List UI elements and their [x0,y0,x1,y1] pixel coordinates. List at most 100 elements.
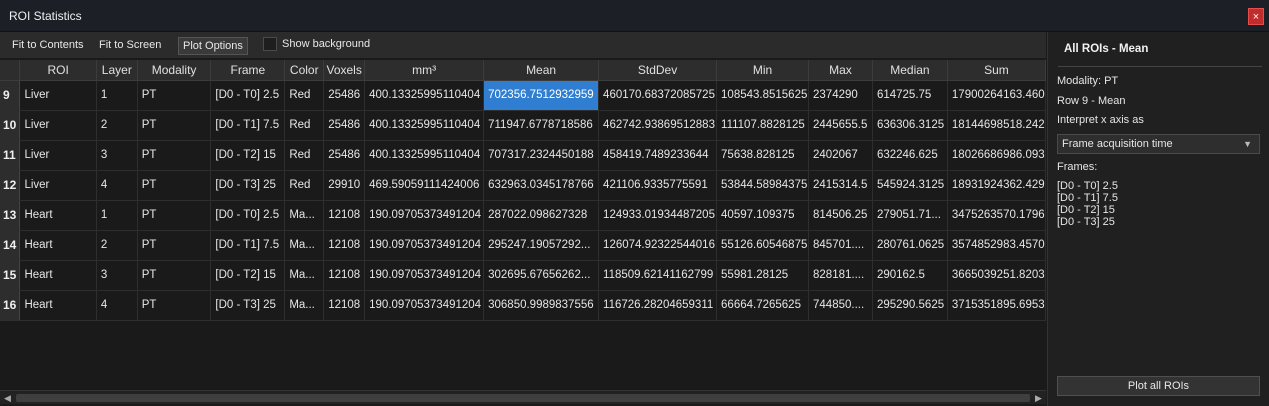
row-number[interactable]: 9 [0,80,21,111]
table-cell[interactable]: PT [137,170,212,201]
table-cell[interactable]: 116726.28204659311 [598,290,718,321]
table-cell[interactable]: Liver [19,110,97,141]
row-number[interactable]: 12 [0,170,21,201]
column-header[interactable]: ROI [19,60,97,81]
table-cell[interactable]: 3715351895.6953 [947,290,1046,321]
table-cell[interactable]: Liver [19,80,97,111]
table-cell[interactable]: 421106.9335775591 [598,170,718,201]
table-cell[interactable]: 40597.109375 [716,200,810,231]
table-cell[interactable]: 55981.28125 [716,260,810,291]
table-cell[interactable]: Ma... [284,200,325,231]
table-cell[interactable]: 814506.25 [808,200,873,231]
fit-to-screen-button[interactable]: Fit to Screen [95,37,165,55]
table-cell[interactable]: 111107.8828125 [716,110,810,141]
table-cell[interactable]: 845701.... [808,230,873,261]
table-cell[interactable]: 3 [96,140,138,171]
table-cell[interactable]: 400.13325995110404 [364,140,485,171]
table-cell[interactable]: [D0 - T3] 25 [210,170,286,201]
table-cell[interactable]: Red [284,140,325,171]
close-icon[interactable]: × [1248,8,1264,25]
plot-options-button[interactable]: Plot Options [178,37,248,55]
row-number[interactable]: 15 [0,260,21,291]
table-cell[interactable]: 469.59059111424006 [364,170,485,201]
table-row[interactable]: 10 Liver 2 PT [D0 - T1] 7.5 Red 25486 400.13325… [0,110,1046,141]
table-cell[interactable]: 306850.9989837556 [483,290,600,321]
table-cell[interactable]: 280761.0625 [872,230,948,261]
row-number[interactable]: 11 [0,140,21,171]
table-cell[interactable]: 632246.625 [872,140,948,171]
table-cell[interactable]: 545924.3125 [872,170,948,201]
table-row[interactable]: 15 Heart 3 PT [D0 - T2] 15 Ma... 12108 190.0970… [0,260,1046,291]
arrow-left-icon[interactable]: ◀ [4,393,11,404]
table-cell[interactable]: 1 [96,80,138,111]
table-cell[interactable]: 4 [96,290,138,321]
table-cell[interactable]: 118509.62141162799 [598,260,718,291]
table-cell[interactable]: 190.09705373491204 [364,260,485,291]
table-cell[interactable]: PT [137,260,212,291]
table-cell[interactable]: 2415314.5 [808,170,873,201]
x-axis-select[interactable]: Frame acquisition time ▼ [1057,134,1260,154]
row-number[interactable]: 14 [0,230,21,261]
horizontal-scrollbar[interactable]: ◀ ▶ [0,390,1046,404]
table-cell[interactable]: Heart [19,200,97,231]
table-row[interactable]: 9 Liver 1 PT [D0 - T0] 2.5 Red 25486 400.133259… [0,80,1046,111]
table-cell[interactable]: [D0 - T2] 15 [210,140,286,171]
table-cell[interactable]: 12108 [323,200,366,231]
table-cell[interactable]: 55126.60546875 [716,230,810,261]
column-header[interactable]: StdDev [598,60,718,81]
column-header[interactable]: Max [808,60,873,81]
table-row[interactable]: 13 Heart 1 PT [D0 - T0] 2.5 Ma... 12108 190.097… [0,200,1046,231]
table-cell[interactable]: Red [284,170,325,201]
column-header[interactable]: Frame [210,60,286,81]
table-cell[interactable]: 12108 [323,230,366,261]
table-cell[interactable]: [D0 - T2] 15 [210,260,286,291]
table-cell[interactable]: 632963.0345178766 [483,170,600,201]
table-cell[interactable]: 190.09705373491204 [364,230,485,261]
table-cell[interactable]: PT [137,110,212,141]
table-cell[interactable]: 400.13325995110404 [364,110,485,141]
table-cell[interactable]: 711947.6778718586 [483,110,600,141]
table-cell[interactable]: 614725.75 [872,80,948,111]
table-cell[interactable]: Ma... [284,290,325,321]
table-cell[interactable]: 295290.5625 [872,290,948,321]
table-cell[interactable]: 124933.01934487205 [598,200,718,231]
table-cell[interactable]: 18931924362.429 [947,170,1046,201]
column-header[interactable]: Sum [947,60,1046,81]
table-cell[interactable]: Heart [19,260,97,291]
table-cell[interactable]: [D0 - T1] 7.5 [210,110,286,141]
table-cell[interactable]: 29910 [323,170,366,201]
table-row[interactable]: 12 Liver 4 PT [D0 - T3] 25 Red 29910 469.590591… [0,170,1046,201]
table-cell[interactable]: [D0 - T0] 2.5 [210,80,286,111]
table-cell[interactable]: [D0 - T1] 7.5 [210,230,286,261]
table-cell[interactable]: Red [284,80,325,111]
table-cell[interactable]: 66664.7265625 [716,290,810,321]
table-cell[interactable]: Heart [19,290,97,321]
table-cell[interactable]: 458419.7489233644 [598,140,718,171]
table-cell[interactable]: Heart [19,230,97,261]
table-cell[interactable]: 108543.8515625 [716,80,810,111]
table-cell[interactable]: 2 [96,230,138,261]
show-background-checkbox[interactable] [263,37,277,51]
column-header[interactable]: Mean [483,60,600,81]
table-cell[interactable]: 126074.92322544016 [598,230,718,261]
table-cell[interactable]: 2402067 [808,140,873,171]
table-cell[interactable]: Red [284,110,325,141]
table-cell[interactable]: 3 [96,260,138,291]
table-cell[interactable]: 18026686986.093 [947,140,1046,171]
table-cell[interactable]: Liver [19,140,97,171]
table-cell[interactable]: Liver [19,170,97,201]
table-cell[interactable]: 287022.098627328 [483,200,600,231]
table-cell[interactable]: 12108 [323,290,366,321]
table-cell[interactable]: 400.13325995110404 [364,80,485,111]
table-cell[interactable]: 190.09705373491204 [364,200,485,231]
column-header[interactable]: Median [872,60,948,81]
table-cell[interactable]: 190.09705373491204 [364,290,485,321]
arrow-right-icon[interactable]: ▶ [1035,393,1042,404]
plot-all-rois-button[interactable]: Plot all ROIs [1057,376,1260,396]
table-cell[interactable]: PT [137,230,212,261]
table-cell[interactable]: PT [137,140,212,171]
table-cell[interactable]: 636306.3125 [872,110,948,141]
table-row[interactable]: 14 Heart 2 PT [D0 - T1] 7.5 Ma... 12108 190.097… [0,230,1046,261]
table-cell[interactable]: 460170.68372085725 [598,80,718,111]
table-row[interactable]: 11 Liver 3 PT [D0 - T2] 15 Red 25486 400.133259… [0,140,1046,171]
